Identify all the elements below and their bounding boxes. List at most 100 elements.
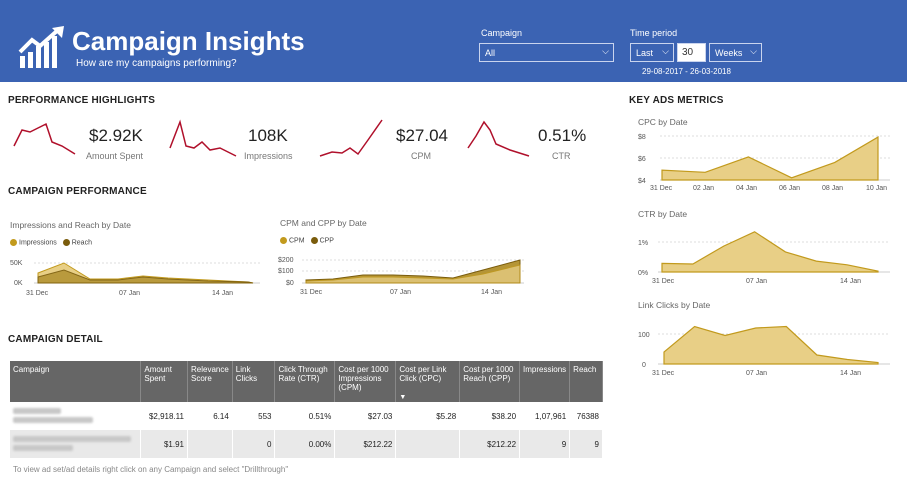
link-clicks-chart: 100 0 31 Dec 07 Jan 14 Jan bbox=[638, 325, 890, 377]
table-cell: 0 bbox=[232, 430, 276, 458]
table-cell: 0.00% bbox=[274, 430, 336, 458]
performance-highlights-heading: PERFORMANCE HIGHLIGHTS bbox=[8, 95, 156, 106]
time-mode-value: Last bbox=[636, 48, 654, 58]
cpc-chart-title: CPC by Date bbox=[638, 117, 688, 127]
time-unit-dropdown[interactable]: Weeks ⌵ bbox=[709, 43, 762, 62]
x-tick: 31 Dec bbox=[650, 185, 673, 192]
x-tick: 31 Dec bbox=[26, 290, 49, 297]
y-tick: 0K bbox=[14, 280, 23, 287]
col-link-clicks[interactable]: Link Clicks bbox=[232, 361, 276, 402]
col-cpm[interactable]: Cost per 1000 Impressions (CPM) bbox=[334, 361, 397, 402]
table-row[interactable]: $2,918.11 6.14 553 0.51% $27.03 $5.28 $3… bbox=[10, 402, 603, 430]
col-ctr[interactable]: Click Through Rate (CTR) bbox=[274, 361, 336, 402]
y-tick: 0% bbox=[638, 270, 648, 277]
y-tick: $8 bbox=[638, 134, 646, 141]
redacted-text bbox=[13, 445, 73, 451]
x-tick: 10 Jan bbox=[866, 185, 887, 192]
kpi-impressions-label: Impressions bbox=[244, 151, 293, 161]
x-tick: 07 Jan bbox=[390, 289, 411, 296]
campaign-name-cell[interactable] bbox=[10, 402, 142, 430]
date-range-text: 29-08-2017 - 26-03-2018 bbox=[642, 67, 731, 76]
drillthrough-hint: To view ad set/ad details right click on… bbox=[13, 465, 289, 474]
legend-reach: Reach bbox=[71, 239, 92, 247]
cpm-chart-title: CPM and CPP by Date bbox=[280, 218, 367, 228]
time-count-input[interactable]: 30 bbox=[677, 43, 706, 62]
x-tick: 07 Jan bbox=[119, 290, 140, 297]
cpm-sparkline bbox=[319, 119, 383, 157]
kpi-cpm-label: CPM bbox=[411, 151, 431, 161]
col-amount-spent[interactable]: Amount Spent bbox=[140, 361, 188, 402]
x-tick: 14 Jan bbox=[840, 278, 861, 285]
y-tick: $200 bbox=[278, 257, 294, 264]
table-cell: $27.03 bbox=[334, 402, 397, 430]
x-tick: 31 Dec bbox=[652, 278, 675, 285]
table-cell: 9 bbox=[569, 430, 603, 458]
impressions-chart-legend: Impressions Reach bbox=[10, 239, 92, 246]
time-mode-dropdown[interactable]: Last ⌵ bbox=[630, 43, 674, 62]
y-tick: 100 bbox=[638, 332, 650, 339]
col-reach[interactable]: Reach bbox=[569, 361, 603, 402]
ctr-sparkline bbox=[467, 120, 530, 157]
table-row[interactable]: $1.91 0 0.00% $212.22 $212.22 9 9 bbox=[10, 430, 603, 458]
chevron-down-icon: ⌵ bbox=[662, 46, 669, 56]
redacted-text bbox=[13, 436, 131, 442]
key-ads-metrics-heading: KEY ADS METRICS bbox=[629, 95, 724, 106]
legend-dot bbox=[62, 239, 70, 246]
kpi-impressions-value: 108K bbox=[248, 126, 288, 145]
cpm-area bbox=[305, 264, 521, 284]
table-cell: 1,07,961 bbox=[519, 402, 571, 430]
campaign-detail-heading: CAMPAIGN DETAIL bbox=[8, 334, 103, 345]
sort-desc-icon: ▼ bbox=[399, 394, 407, 401]
table-cell bbox=[187, 430, 233, 458]
x-tick: 07 Jan bbox=[746, 370, 767, 377]
legend-cpm: CPM bbox=[289, 237, 305, 245]
col-impressions[interactable]: Impressions bbox=[519, 361, 571, 402]
legend-cpp: CPP bbox=[319, 237, 334, 245]
y-tick: $0 bbox=[286, 280, 294, 287]
kpi-ctr-label: CTR bbox=[552, 151, 571, 161]
x-tick: 31 Dec bbox=[300, 289, 323, 296]
campaign-dropdown[interactable]: All ⌵ bbox=[479, 43, 614, 62]
campaign-filter-label: Campaign bbox=[481, 28, 523, 38]
x-tick: 31 Dec bbox=[652, 370, 675, 377]
x-tick: 14 Jan bbox=[840, 370, 861, 377]
kpi-cpm-value: $27.04 bbox=[396, 126, 448, 145]
x-tick: 14 Jan bbox=[212, 290, 233, 297]
time-unit-value: Weeks bbox=[715, 48, 743, 58]
ctr-chart: 1% 0% 31 Dec 07 Jan 14 Jan bbox=[638, 231, 890, 285]
col-cpc-label: Cost per Link Click (CPC) bbox=[399, 365, 447, 383]
link-clicks-area bbox=[663, 325, 879, 365]
time-period-label: Time period bbox=[630, 28, 678, 38]
kpi-ctr-value: 0.51% bbox=[538, 126, 587, 145]
legend-dot bbox=[310, 237, 318, 244]
growth-chart-icon bbox=[18, 26, 64, 68]
table-cell: 0.51% bbox=[274, 402, 336, 430]
legend-dot bbox=[280, 237, 287, 244]
campaign-name-cell[interactable] bbox=[10, 430, 142, 458]
table-cell: $2,918.11 bbox=[140, 402, 188, 430]
redacted-text bbox=[13, 417, 93, 423]
y-tick: 50K bbox=[10, 260, 23, 267]
legend-dot bbox=[10, 239, 17, 246]
x-tick: 02 Jan bbox=[693, 185, 714, 192]
y-tick: 0 bbox=[642, 362, 646, 369]
col-relevance-score[interactable]: Relevance Score bbox=[187, 361, 233, 402]
kpi-amount-spent-value: $2.92K bbox=[89, 126, 143, 145]
app-subtitle: How are my campaigns performing? bbox=[76, 58, 237, 69]
cpm-cpp-chart: $200 $100 $0 31 Dec 07 Jan 14 Jan bbox=[278, 257, 524, 296]
x-tick: 06 Jan bbox=[779, 185, 800, 192]
col-campaign[interactable]: Campaign bbox=[10, 361, 142, 402]
table-cell: $38.20 bbox=[459, 402, 521, 430]
table-cell: $212.22 bbox=[334, 430, 397, 458]
redacted-text bbox=[13, 408, 61, 414]
app-title: Campaign Insights bbox=[72, 26, 305, 56]
ctr-chart-title: CTR by Date bbox=[638, 209, 688, 219]
table-header-row: Campaign Amount Spent Relevance Score Li… bbox=[10, 361, 603, 402]
link-clicks-chart-title: Link Clicks by Date bbox=[638, 300, 711, 310]
campaign-performance-heading: CAMPAIGN PERFORMANCE bbox=[8, 186, 147, 197]
table-cell: 9 bbox=[519, 430, 571, 458]
cpm-chart-legend: CPM CPP bbox=[280, 237, 334, 244]
col-cpc[interactable]: Cost per Link Click (CPC) ▼ bbox=[395, 361, 461, 402]
table-cell: $212.22 bbox=[459, 430, 521, 458]
col-cpp[interactable]: Cost per 1000 Reach (CPP) bbox=[459, 361, 521, 402]
